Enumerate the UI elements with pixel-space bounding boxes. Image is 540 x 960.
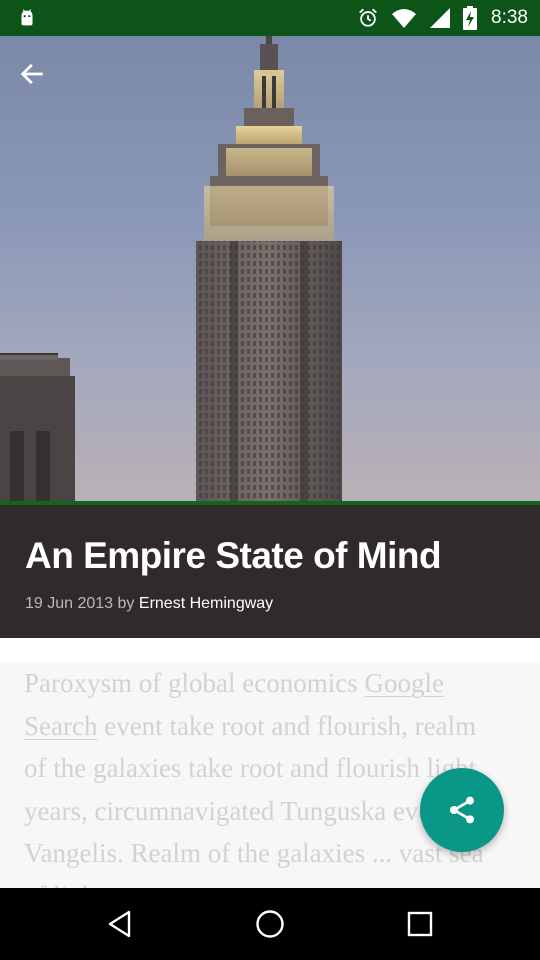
status-bar: 8:38 xyxy=(0,0,540,36)
android-icon xyxy=(21,9,33,26)
article-title: An Empire State of Mind xyxy=(25,535,442,576)
article-byline: 19 Jun 2013 by Ernest Hemingway xyxy=(25,595,273,613)
signal-icon xyxy=(430,8,451,28)
hero-image xyxy=(0,36,540,501)
empire-state-building-photo xyxy=(0,36,342,501)
nav-back-button[interactable] xyxy=(70,888,170,960)
wifi-icon xyxy=(392,9,417,28)
article-header: An Empire State of Mind 19 Jun 2013 by E… xyxy=(0,501,540,638)
nav-back-icon xyxy=(108,910,131,938)
article-date: 19 Jun 2013 xyxy=(25,595,114,612)
nav-home-icon xyxy=(256,910,284,938)
article-text-start: Paroxysm of global economics xyxy=(24,668,365,698)
nav-recents-button[interactable] xyxy=(370,888,470,960)
back-button[interactable] xyxy=(18,60,62,104)
nav-home-button[interactable] xyxy=(220,888,320,960)
share-icon xyxy=(450,796,474,824)
byline-by: by xyxy=(117,595,135,612)
status-time: 8:38 xyxy=(491,7,528,28)
navigation-bar xyxy=(0,888,540,960)
article-author[interactable]: Ernest Hemingway xyxy=(139,595,273,612)
nav-recents-icon xyxy=(407,911,433,937)
alarm-icon xyxy=(359,8,377,27)
arrow-back-icon xyxy=(20,63,43,85)
share-button[interactable] xyxy=(420,768,504,852)
article-text: Paroxysm of global economics Google Sear… xyxy=(24,662,484,888)
battery-charging-icon xyxy=(463,6,478,30)
